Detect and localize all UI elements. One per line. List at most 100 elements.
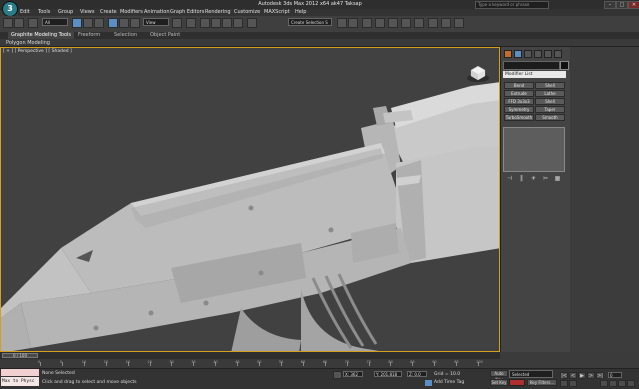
minimize-button[interactable]: – <box>604 1 616 9</box>
undo-icon[interactable] <box>3 18 13 28</box>
select-and-scale-icon[interactable] <box>130 18 140 28</box>
tab-object-paint[interactable]: Object Paint <box>150 32 180 39</box>
modifier-shell2-button[interactable]: Shell <box>535 98 565 105</box>
pan-view-icon[interactable] <box>618 380 626 387</box>
modifier-lathe-button[interactable]: Lathe <box>535 90 565 97</box>
select-object-icon[interactable] <box>72 18 82 28</box>
percent-snap-icon[interactable] <box>222 18 232 28</box>
menu-animation[interactable]: Animation <box>144 9 170 16</box>
select-and-move-icon[interactable] <box>108 18 118 28</box>
utilities-tab-icon[interactable] <box>554 50 562 58</box>
go-to-start-icon[interactable]: |< <box>560 372 568 379</box>
set-key-big-icon[interactable] <box>509 379 525 386</box>
hierarchy-tab-icon[interactable] <box>524 50 532 58</box>
material-editor-icon[interactable] <box>414 18 424 28</box>
track-bar[interactable] <box>0 359 500 368</box>
time-slider-thumb[interactable]: 0 / 100 <box>2 353 38 358</box>
configure-sets-icon[interactable]: ▦ <box>553 175 562 182</box>
rendered-frame-window-icon[interactable] <box>441 18 451 28</box>
zoom-all-icon[interactable] <box>609 380 617 387</box>
display-tab-icon[interactable] <box>544 50 552 58</box>
auto-key-button[interactable]: Auto Key <box>490 370 508 382</box>
snaps-toggle-icon[interactable] <box>200 18 210 28</box>
add-time-tag-button[interactable]: Add Time Tag <box>434 380 464 385</box>
zoom-icon[interactable] <box>600 380 608 387</box>
orbit-icon[interactable] <box>627 380 635 387</box>
select-by-name-icon[interactable] <box>83 18 93 28</box>
maxscript-listener-output[interactable] <box>1 369 39 376</box>
pin-stack-icon[interactable]: ⊣ <box>505 175 514 182</box>
key-mode-toggle-icon[interactable] <box>560 380 568 387</box>
menu-maxscript[interactable]: MAXScript <box>264 9 290 16</box>
menu-graph-editors[interactable]: Graph Editors <box>170 9 204 16</box>
curve-editor-icon[interactable] <box>388 18 398 28</box>
edit-named-selection-icon[interactable] <box>247 18 257 28</box>
graphite-toggle-icon[interactable] <box>375 18 385 28</box>
menu-help[interactable]: Help <box>295 9 306 16</box>
modifier-bend-button[interactable]: Bend <box>504 82 534 89</box>
select-and-rotate-icon[interactable] <box>119 18 129 28</box>
previous-frame-icon[interactable]: < <box>569 372 577 379</box>
modifier-extrude-button[interactable]: Extrude <box>504 90 534 97</box>
remove-modifier-icon[interactable]: ✂ <box>541 175 550 182</box>
layer-manager-icon[interactable] <box>362 18 372 28</box>
go-to-end-icon[interactable]: >| <box>596 372 604 379</box>
play-icon[interactable]: ▶ <box>578 372 586 379</box>
named-selection-dropdown[interactable]: Create Selection S <box>288 18 332 26</box>
x-coordinate-field[interactable]: X: 362 <box>343 371 363 377</box>
angle-snap-icon[interactable] <box>211 18 221 28</box>
time-tag-icon[interactable] <box>425 380 432 386</box>
create-tab-icon[interactable] <box>504 50 512 58</box>
show-end-result-icon[interactable]: ‖ <box>517 175 526 182</box>
search-input[interactable]: Type a keyword or phrase <box>475 1 549 9</box>
modifier-turbosmooth-button[interactable]: TurboSmooth <box>504 114 534 121</box>
y-coordinate-field[interactable]: Y: 201.818 <box>374 371 402 377</box>
current-frame-field[interactable]: 0 <box>608 372 622 378</box>
app-logo-icon[interactable]: 3 <box>2 1 18 17</box>
selection-region-icon[interactable] <box>94 18 104 28</box>
pivot-icon[interactable] <box>172 18 182 28</box>
menu-edit[interactable]: Edit <box>20 9 30 16</box>
motion-tab-icon[interactable] <box>534 50 542 58</box>
selection-filter-dropdown[interactable]: All <box>42 18 68 26</box>
modifier-symmetry-button[interactable]: Symmetry <box>504 106 534 113</box>
tab-selection[interactable]: Selection <box>114 32 137 39</box>
menu-group[interactable]: Group <box>58 9 73 16</box>
spinner-snap-icon[interactable] <box>233 18 243 28</box>
viewcube-icon[interactable] <box>466 62 490 84</box>
perspective-viewport[interactable]: [ + ] [ Perspective ] [ Shaded ] <box>0 47 500 352</box>
menu-tools[interactable]: Tools <box>38 9 50 16</box>
tab-graphite-modeling-tools[interactable]: Graphite Modeling Tools <box>8 32 75 39</box>
polygon-modeling-label[interactable]: Polygon Modeling <box>6 40 50 46</box>
viewport-label[interactable]: [ + ] [ Perspective ] [ Shaded ] <box>3 49 72 54</box>
modifier-shell-button[interactable]: Shell <box>535 82 565 89</box>
menu-modifiers[interactable]: Modifiers <box>120 9 143 16</box>
tab-freeform[interactable]: Freeform <box>78 32 100 39</box>
modifier-smooth-button[interactable]: Smooth <box>535 114 565 121</box>
modifier-ffd-button[interactable]: FFD 3x3x3 <box>504 98 534 105</box>
align-icon[interactable] <box>348 18 358 28</box>
reference-coordinate-dropdown[interactable]: View <box>143 18 169 26</box>
redo-icon[interactable] <box>14 18 24 28</box>
object-color-swatch[interactable] <box>560 61 569 70</box>
next-frame-icon[interactable]: > <box>587 372 595 379</box>
z-coordinate-field[interactable]: Z: 0.0 <box>407 371 427 377</box>
render-setup-icon[interactable] <box>428 18 438 28</box>
time-config-icon[interactable] <box>569 380 577 387</box>
mirror-icon[interactable] <box>337 18 347 28</box>
menu-views[interactable]: Views <box>80 9 94 16</box>
render-production-icon[interactable] <box>454 18 464 28</box>
time-slider[interactable] <box>0 352 500 359</box>
make-unique-icon[interactable]: ☀ <box>529 175 538 182</box>
maximize-button[interactable]: □ <box>616 1 628 9</box>
modify-tab-icon[interactable] <box>514 50 522 58</box>
menu-customize[interactable]: Customize <box>234 9 260 16</box>
manipulate-icon[interactable] <box>186 18 196 28</box>
modifier-list-dropdown[interactable]: Modifier List <box>503 71 566 78</box>
menu-create[interactable]: Create <box>100 9 117 16</box>
modifier-stack-list[interactable] <box>503 127 565 172</box>
maxscript-mini-listener[interactable]: Max to Physc <box>1 377 39 386</box>
key-mode-dropdown[interactable]: Selected <box>509 370 553 378</box>
menu-rendering[interactable]: Rendering <box>205 9 231 16</box>
schematic-view-icon[interactable] <box>401 18 411 28</box>
